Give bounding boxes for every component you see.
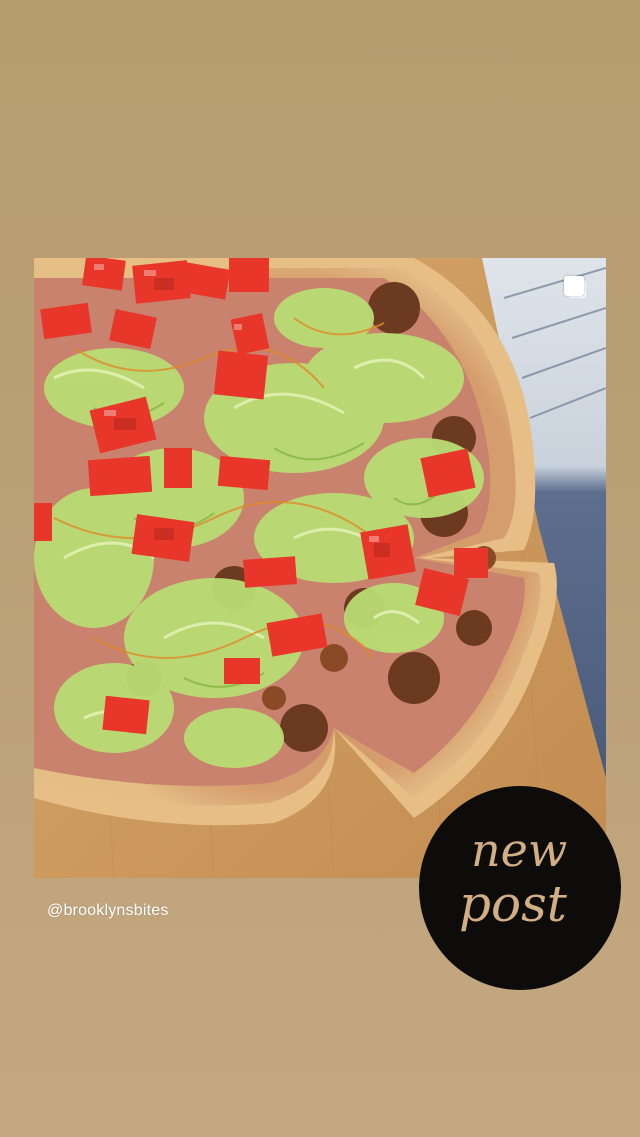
multiple-images-icon <box>564 276 590 302</box>
post-image <box>34 258 606 878</box>
story-canvas: @brooklynsbites new post <box>0 0 640 1137</box>
post-author-username[interactable]: @brooklynsbites <box>47 902 169 920</box>
sticker-line-post: post <box>459 875 568 933</box>
new-post-sticker[interactable]: new post <box>419 786 621 990</box>
shared-post-card[interactable] <box>34 258 606 878</box>
sticker-line-new: new <box>471 823 567 877</box>
